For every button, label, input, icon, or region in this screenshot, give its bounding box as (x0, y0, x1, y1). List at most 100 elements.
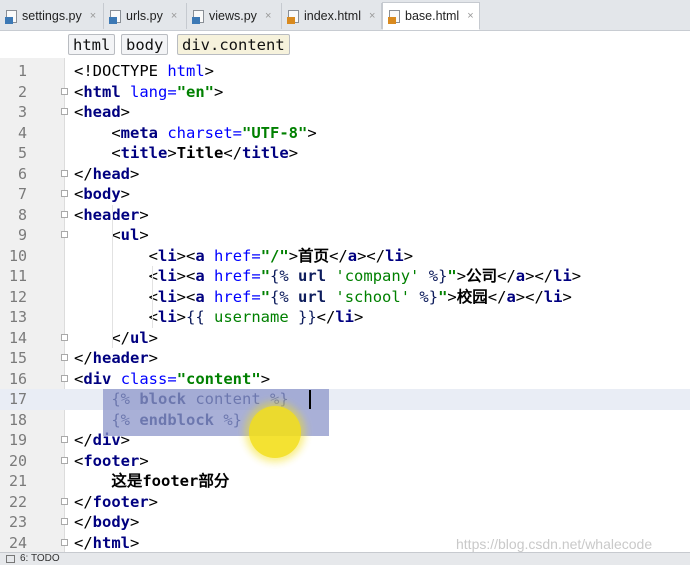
code-text: </ul> (74, 328, 159, 347)
line-number: 7 (17, 185, 27, 203)
python-file-icon (192, 9, 204, 24)
code-text: <!DOCTYPE html> (74, 62, 214, 80)
html-file-icon (287, 9, 299, 24)
code-line[interactable]: 16 <div class="content"> (0, 369, 690, 390)
line-number: 2 (17, 82, 27, 101)
line-number: 20 (8, 451, 27, 470)
code-line[interactable]: 2 <html lang="en"> (0, 82, 690, 103)
tab-label: urls.py (126, 9, 163, 23)
code-line[interactable]: 15 </header> (0, 348, 690, 369)
line-number: 8 (17, 205, 27, 224)
code-line[interactable]: 12 <li><a href="{% url 'school' %}">校园</… (0, 287, 690, 308)
python-file-icon (109, 9, 121, 24)
code-line[interactable]: 14 </ul> (0, 328, 690, 349)
line-number: 4 (17, 123, 27, 142)
code-text: <head> (74, 103, 131, 121)
tab-settings-py[interactable]: settings.py × (0, 3, 104, 29)
tab-label: base.html (405, 9, 460, 23)
fold-marker-icon[interactable] (61, 231, 68, 238)
code-line[interactable]: 4 <meta charset="UTF-8"> (0, 123, 690, 144)
fold-marker-icon[interactable] (61, 190, 68, 197)
fold-marker-icon[interactable] (61, 456, 68, 464)
todo-tool-button[interactable]: 6: TODO (20, 553, 60, 565)
code-text: </body> (74, 513, 140, 531)
code-line[interactable]: 5 <title>Title</title> (0, 143, 690, 164)
fold-marker-icon[interactable] (61, 518, 68, 525)
code-line[interactable]: 1 <!DOCTYPE html> (0, 61, 690, 82)
indent-guide (112, 204, 113, 348)
fold-marker-icon[interactable] (61, 497, 68, 505)
breadcrumb-item[interactable]: body (121, 34, 169, 55)
code-line[interactable]: 11 <li><a href="{% url 'company' %}">公司<… (0, 266, 690, 287)
html-file-icon (388, 9, 400, 24)
fold-marker-icon[interactable] (61, 210, 68, 218)
code-text: </head> (74, 164, 140, 183)
fold-marker-icon[interactable] (61, 333, 68, 341)
file-type-badge (192, 16, 200, 24)
line-number: 10 (8, 246, 27, 265)
code-editor[interactable]: 1 <!DOCTYPE html> 2 <html lang="en"> 3 <head>… (0, 58, 690, 552)
code-line[interactable]: 10 <li><a href="/">首页</a></li> (0, 246, 690, 267)
status-bar: 6: TODO (0, 552, 690, 565)
code-text: <li><a href="{% url 'company' %}">公司</a>… (74, 267, 582, 285)
code-line[interactable]: 20 <footer> (0, 451, 690, 472)
code-line[interactable]: 9 <ul> (0, 225, 690, 246)
file-type-badge (287, 16, 295, 24)
tab-label: index.html (304, 9, 361, 23)
line-number: 13 (8, 308, 27, 326)
tab-index-html[interactable]: index.html × (282, 3, 382, 29)
code-text: <li>{{ username }}</li> (74, 308, 364, 326)
code-line[interactable]: 13 <li>{{ username }}</li> (0, 307, 690, 328)
code-text: </footer> (74, 492, 159, 511)
breadcrumb: html body div.content (0, 31, 690, 58)
text-cursor (309, 390, 311, 409)
code-line[interactable]: 21 这是footer部分 (0, 471, 690, 492)
line-number: 15 (8, 349, 27, 367)
close-icon[interactable]: × (171, 10, 177, 22)
fold-marker-icon[interactable] (61, 108, 68, 115)
line-number: 9 (17, 226, 27, 244)
line-number: 12 (8, 287, 27, 306)
line-number: 14 (8, 328, 27, 347)
line-number: 6 (17, 164, 27, 183)
code-line[interactable]: 7 <body> (0, 184, 690, 205)
code-text: <footer> (74, 451, 149, 470)
tab-label: settings.py (22, 9, 82, 23)
fold-marker-icon[interactable] (61, 354, 68, 361)
line-number: 24 (8, 533, 27, 552)
code-line[interactable]: 8<header> (0, 205, 690, 226)
code-line[interactable]: 3 <head> (0, 102, 690, 123)
tab-urls-py[interactable]: urls.py × (104, 3, 187, 29)
indent-guide (152, 266, 153, 328)
code-text: <title>Title</title> (74, 144, 299, 162)
line-number: 11 (8, 267, 27, 285)
fold-marker-icon[interactable] (61, 169, 68, 177)
code-text: 这是footer部分 (111, 472, 230, 490)
close-icon[interactable]: × (265, 10, 271, 22)
code-text: <div class="content"> (74, 369, 271, 388)
fold-marker-icon[interactable] (61, 87, 68, 95)
fold-marker-icon[interactable] (61, 538, 68, 546)
code-line[interactable]: 22 </footer> (0, 492, 690, 513)
file-type-badge (5, 16, 13, 24)
line-number: 18 (8, 410, 27, 429)
code-text: <li><a href="/">首页</a></li> (74, 246, 414, 265)
tab-views-py[interactable]: views.py × (187, 3, 282, 29)
breadcrumb-item[interactable]: html (68, 34, 116, 55)
breadcrumb-item[interactable]: div.content (177, 34, 290, 55)
code-text: <html lang="en"> (74, 82, 224, 101)
code-line[interactable]: 6 </head> (0, 164, 690, 185)
fold-marker-icon[interactable] (61, 374, 68, 382)
close-icon[interactable]: × (90, 10, 96, 22)
line-number: 23 (8, 513, 27, 531)
line-number: 16 (8, 369, 27, 388)
close-icon[interactable]: × (369, 10, 375, 22)
close-icon[interactable]: × (467, 10, 473, 22)
tab-label: views.py (209, 9, 257, 23)
line-number: 1 (17, 62, 27, 80)
tab-base-html[interactable]: base.html × (382, 2, 480, 30)
todo-icon (6, 555, 15, 563)
line-number: 22 (8, 492, 27, 511)
fold-marker-icon[interactable] (61, 436, 68, 443)
code-line[interactable]: 23 </body> (0, 512, 690, 533)
